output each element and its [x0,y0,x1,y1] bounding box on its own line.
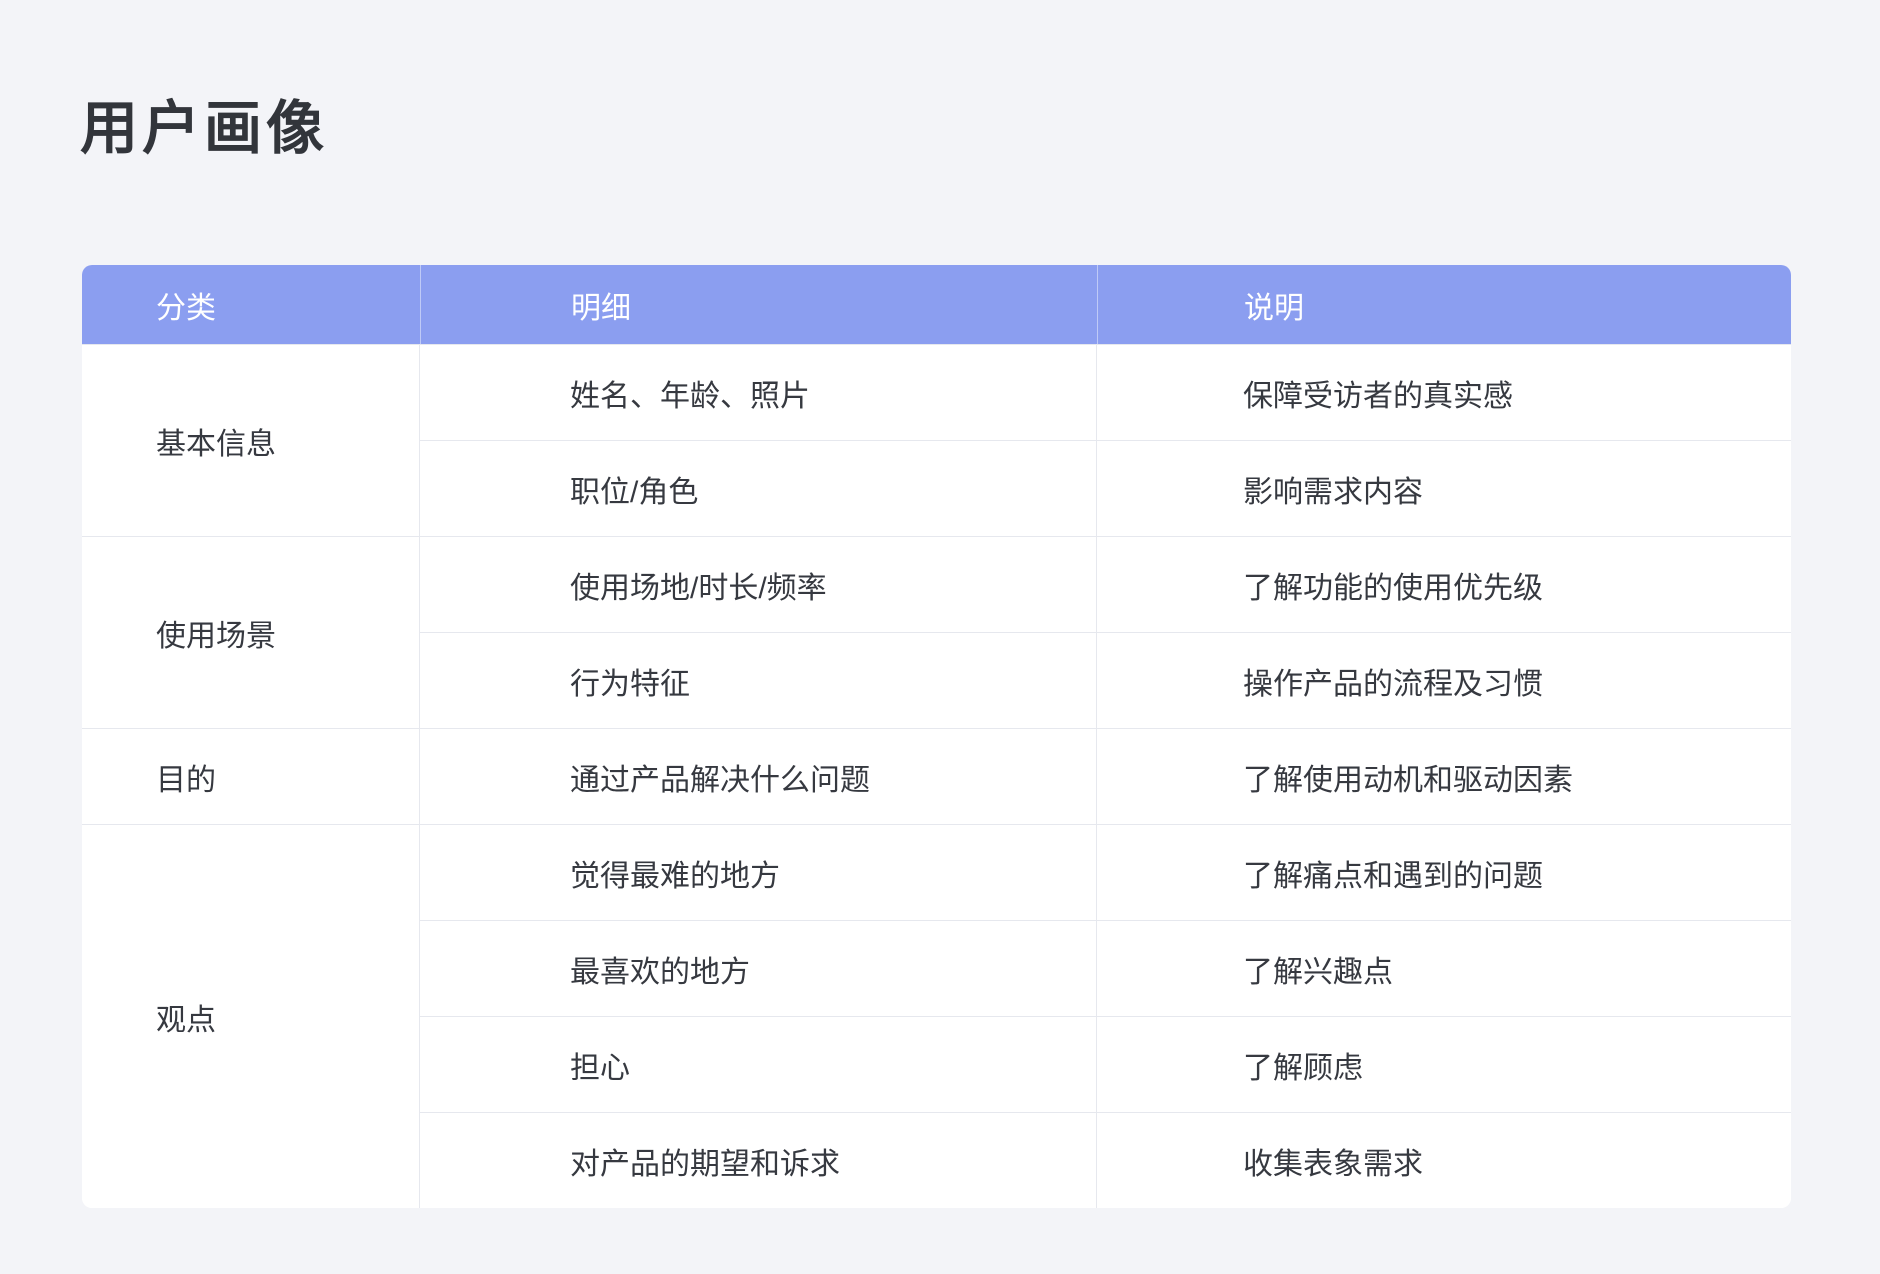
table-row: 基本信息 姓名、年龄、照片 保障受访者的真实感 [82,344,1791,440]
description-cell: 了解兴趣点 [1097,920,1791,1016]
detail-cell: 对产品的期望和诉求 [420,1112,1097,1208]
table-row: 使用场景 使用场地/时长/频率 了解功能的使用优先级 [82,536,1791,632]
category-cell-usage-scenario: 使用场景 [82,536,420,728]
detail-cell: 职位/角色 [420,440,1097,536]
detail-cell: 最喜欢的地方 [420,920,1097,1016]
detail-cell: 姓名、年龄、照片 [420,344,1097,440]
description-cell: 了解痛点和遇到的问题 [1097,824,1791,920]
category-cell-opinions: 观点 [82,824,420,1208]
detail-cell: 担心 [420,1016,1097,1112]
column-header-detail: 明细 [420,265,1097,344]
description-cell: 影响需求内容 [1097,440,1791,536]
description-cell: 了解顾虑 [1097,1016,1791,1112]
description-cell: 收集表象需求 [1097,1112,1791,1208]
column-header-description: 说明 [1097,265,1791,344]
detail-cell: 行为特征 [420,632,1097,728]
table-row: 目的 通过产品解决什么问题 了解使用动机和驱动因素 [82,728,1791,824]
category-cell-purpose: 目的 [82,728,420,824]
description-cell: 了解使用动机和驱动因素 [1097,728,1791,824]
column-header-category: 分类 [82,265,420,344]
header-row: 分类 明细 说明 [82,265,1791,344]
page-title: 用户画像 [80,100,328,158]
description-cell: 操作产品的流程及习惯 [1097,632,1791,728]
table-row: 观点 觉得最难的地方 了解痛点和遇到的问题 [82,824,1791,920]
detail-cell: 觉得最难的地方 [420,824,1097,920]
user-persona-table-card: 分类 明细 说明 基本信息 姓名、年龄、照片 保障受访者的真实感 职位/角色 影… [82,265,1791,1208]
detail-cell: 通过产品解决什么问题 [420,728,1097,824]
description-cell: 保障受访者的真实感 [1097,344,1791,440]
description-cell: 了解功能的使用优先级 [1097,536,1791,632]
user-persona-table: 分类 明细 说明 基本信息 姓名、年龄、照片 保障受访者的真实感 职位/角色 影… [82,265,1791,1208]
detail-cell: 使用场地/时长/频率 [420,536,1097,632]
category-cell-basic-info: 基本信息 [82,344,420,536]
